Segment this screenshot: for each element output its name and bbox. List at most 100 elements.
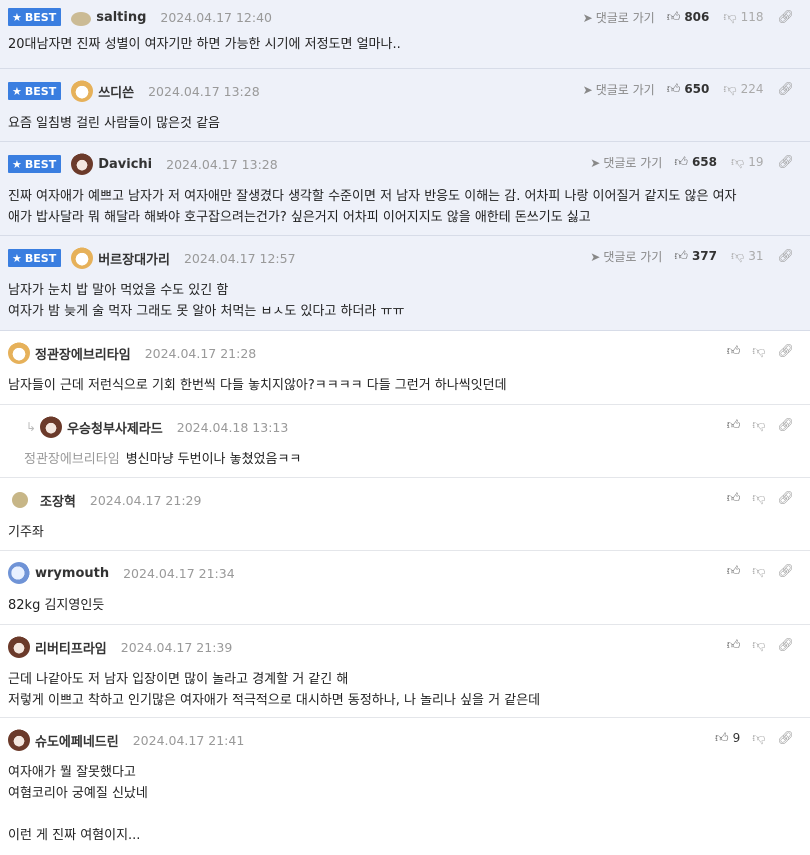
comment-item: ★ BEST 버르장대가리 2024.04.17 12:57 ➤ 댓글로 가기 👍︎… xyxy=(0,236,810,331)
upvote-button[interactable]: 👍︎ xyxy=(727,345,741,358)
downvote-button[interactable]: 👎︎ 31 xyxy=(731,249,763,263)
upvote-button[interactable]: 👍︎ 806 xyxy=(667,10,710,24)
comment-date: 2024.04.17 21:29 xyxy=(89,492,202,508)
comment-body: 여자애가 뭘 잘못했다고 여혐코리아 궁예질 신났네 이런 게 진짜 여혐이지.… xyxy=(8,765,148,843)
upvote-button[interactable]: 👍︎ xyxy=(727,639,741,652)
go-to-reply-link[interactable]: ➤ 댓글로 가기 xyxy=(583,81,655,98)
avatar[interactable] xyxy=(40,416,63,438)
thumbs-down-icon: 👎︎ xyxy=(723,81,737,97)
thumbs-up-icon: 👍︎ xyxy=(726,490,741,506)
link-icon[interactable]: 🔗︎ xyxy=(777,638,794,653)
avatar[interactable] xyxy=(71,247,94,269)
link-icon[interactable]: 🔗︎ xyxy=(777,491,794,506)
link-icon[interactable]: 🔗︎ xyxy=(777,249,794,264)
send-arrow-icon: ➤ xyxy=(590,249,601,264)
downvote-button[interactable]: 👎︎ 224 xyxy=(723,82,763,96)
link-icon[interactable]: 🔗︎ xyxy=(777,731,794,746)
star-icon: ★ xyxy=(12,251,22,265)
upvote-button[interactable]: 👍︎ 377 xyxy=(674,249,717,263)
thumbs-down-icon: 👎︎ xyxy=(752,417,766,433)
downvote-count: 224 xyxy=(740,82,764,96)
comment-date: 2024.04.17 12:57 xyxy=(183,250,296,266)
thumbs-up-icon: 👍︎ xyxy=(726,563,741,579)
thumbs-up-icon: 👍︎ xyxy=(674,154,688,170)
thumbs-up-icon: 👍︎ xyxy=(666,81,681,97)
upvote-button[interactable]: 👍︎ 650 xyxy=(667,82,710,96)
avatar[interactable] xyxy=(8,342,30,364)
upvote-count: 377 xyxy=(691,249,717,263)
upvote-count: 658 xyxy=(691,155,717,169)
star-icon: ★ xyxy=(12,84,22,98)
avatar[interactable] xyxy=(12,492,28,508)
thumbs-up-icon: 👍︎ xyxy=(726,417,741,433)
avatar[interactable] xyxy=(71,80,94,102)
nickname[interactable]: 정관장에브리타임 xyxy=(35,344,131,363)
downvote-button[interactable]: 👎︎ xyxy=(752,565,765,578)
nickname[interactable]: 우승청부사제라드 xyxy=(67,418,163,437)
link-icon[interactable]: 🔗︎ xyxy=(777,418,794,433)
star-icon: ★ xyxy=(12,157,22,171)
downvote-button[interactable]: 👎︎ 19 xyxy=(731,155,763,169)
comment-body: 요즘 일침병 걸린 사람들이 많은것 같음 xyxy=(8,116,221,131)
nickname[interactable]: Davichi xyxy=(98,157,152,172)
upvote-button[interactable]: 👍︎ 658 xyxy=(674,155,717,169)
thumbs-down-icon: 👎︎ xyxy=(752,343,766,359)
go-to-reply-link[interactable]: ➤ 댓글로 가기 xyxy=(583,9,655,26)
comment-item: ★ BEST Davichi 2024.04.17 13:28 ➤ 댓글로 가기 👍… xyxy=(0,142,810,236)
thumbs-up-icon: 👍︎ xyxy=(715,730,729,746)
thumbs-down-icon: 👎︎ xyxy=(752,563,766,579)
comment-body: 진짜 여자애가 예쁘고 남자가 저 여자애만 잘생겼다 생각할 수준이면 저 남… xyxy=(8,189,737,225)
avatar[interactable] xyxy=(71,11,92,26)
downvote-count: 31 xyxy=(748,249,764,263)
upvote-button[interactable]: 👍︎ xyxy=(727,419,741,432)
go-to-reply-link[interactable]: ➤ 댓글로 가기 xyxy=(590,248,662,265)
thumbs-down-icon: 👎︎ xyxy=(731,248,745,264)
thumbs-down-icon: 👎︎ xyxy=(752,637,766,653)
comment-body: 82kg 김지영인듯 xyxy=(8,598,105,613)
link-icon[interactable]: 🔗︎ xyxy=(777,344,794,359)
downvote-button[interactable]: 👎︎ 118 xyxy=(723,10,763,24)
go-to-reply-link[interactable]: ➤ 댓글로 가기 xyxy=(590,154,662,171)
comment-date: 2024.04.17 21:28 xyxy=(144,345,257,361)
nickname[interactable]: 버르장대가리 xyxy=(98,249,170,268)
avatar[interactable] xyxy=(71,153,94,175)
comment-date: 2024.04.17 12:40 xyxy=(160,9,272,25)
comment-item: ★ BEST salting 2024.04.17 12:40 ➤ 댓글로 가기 👍… xyxy=(0,0,810,69)
comment-body: 근데 나같아도 저 남자 입장이면 많이 놀라고 경계할 거 같긴 해 저렇게 … xyxy=(8,672,541,708)
upvote-button[interactable]: 👍︎ xyxy=(727,492,741,505)
comment-date: 2024.04.17 13:28 xyxy=(148,83,260,99)
upvote-button[interactable]: 👍︎ xyxy=(727,565,741,578)
link-icon[interactable]: 🔗︎ xyxy=(777,155,794,170)
downvote-button[interactable]: 👎︎ xyxy=(752,492,765,505)
link-icon[interactable]: 🔗︎ xyxy=(777,82,794,97)
link-icon[interactable]: 🔗︎ xyxy=(777,564,794,579)
comment-item: 조장혁 2024.04.17 21:29 👍︎ 👎︎ 🔗︎ 기주좌 xyxy=(0,478,810,551)
nickname[interactable]: 슈도에페네드린 xyxy=(35,731,119,750)
nickname[interactable]: wrymouth xyxy=(35,566,109,581)
avatar[interactable] xyxy=(8,729,30,751)
reply-item: ↳ 우승청부사제라드 2024.04.18 13:13 👍︎ 👎︎ 🔗︎ 정관장… xyxy=(0,405,810,478)
thumbs-up-icon: 👍︎ xyxy=(726,343,741,359)
upvote-button[interactable]: 👍︎ 9 xyxy=(715,731,740,745)
downvote-button[interactable]: 👎︎ xyxy=(752,345,765,358)
avatar[interactable] xyxy=(8,562,30,584)
nickname[interactable]: 쓰디쓴 xyxy=(98,82,134,101)
nickname[interactable]: 조장혁 xyxy=(40,491,76,510)
link-icon[interactable]: 🔗︎ xyxy=(777,10,794,25)
downvote-button[interactable]: 👎︎ xyxy=(752,732,765,745)
comment-date: 2024.04.17 21:34 xyxy=(123,565,235,581)
downvote-button[interactable]: 👎︎ xyxy=(752,639,765,652)
nickname[interactable]: salting xyxy=(96,10,146,25)
star-icon: ★ xyxy=(12,10,22,24)
send-arrow-icon: ➤ xyxy=(582,82,593,97)
comment-date: 2024.04.17 21:41 xyxy=(132,732,245,748)
avatar[interactable] xyxy=(8,636,30,658)
upvote-count: 9 xyxy=(732,731,741,745)
comment-body: 20대남자면 진짜 성별이 여자기만 하면 가능한 시기에 저정도면 얼마나.. xyxy=(8,37,401,52)
comment-date: 2024.04.18 13:13 xyxy=(176,419,289,435)
downvote-button[interactable]: 👎︎ xyxy=(752,419,765,432)
best-badge: ★ BEST xyxy=(8,8,62,26)
mention[interactable]: 정관장에브리타임 xyxy=(24,452,120,467)
nickname[interactable]: 리버티프라임 xyxy=(35,638,107,657)
reply-arrow-icon: ↳ xyxy=(26,420,37,434)
